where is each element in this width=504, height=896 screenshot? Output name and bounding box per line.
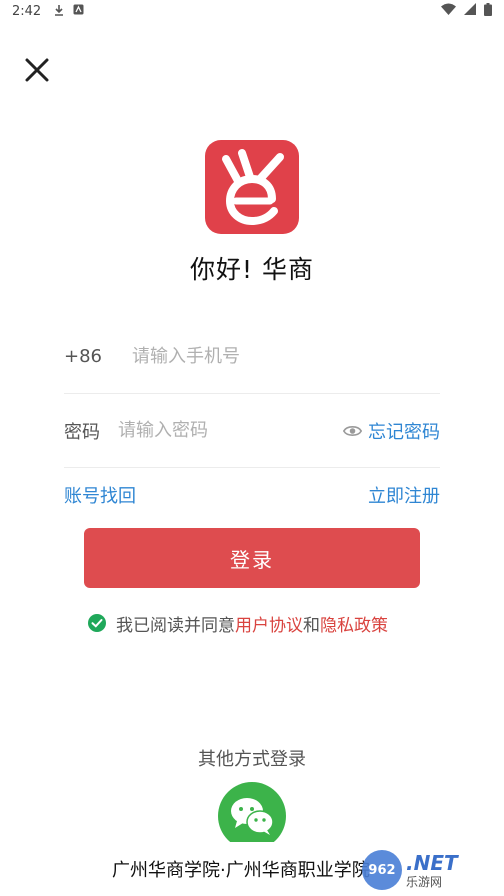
footer-text: 广州华商学院·广州华商职业学院 — [112, 860, 370, 881]
watermark-badge: 962 — [362, 850, 402, 890]
login-page: 2:42 你好! 华商 +86 请输入手机号 密码 忘记密码 账号找回 立即注册… — [0, 0, 504, 896]
eye-icon[interactable] — [342, 419, 362, 443]
battery-icon — [484, 2, 492, 20]
wechat-login-button[interactable] — [218, 782, 286, 850]
privacy-policy-link[interactable]: 隐私政策 — [320, 611, 388, 636]
phone-input[interactable] — [132, 346, 440, 367]
watermark-net: .NET — [406, 850, 458, 875]
account-links: 账号找回 立即注册 — [64, 480, 440, 510]
app-notification-icon — [73, 4, 84, 18]
greeting-title: 你好! 华商 — [190, 255, 314, 284]
status-bar: 2:42 — [0, 0, 504, 22]
checkbox-checked-icon[interactable] — [88, 614, 106, 632]
status-time: 2:42 — [12, 3, 42, 19]
user-agreement-link[interactable]: 用户协议 — [235, 611, 303, 636]
password-row: 密码 忘记密码 — [64, 394, 440, 468]
agreement-row: 我已阅读并同意 用户协议 和 隐私政策 — [88, 608, 388, 638]
login-button[interactable]: 登录 — [84, 528, 420, 588]
signal-icon — [464, 3, 476, 19]
wifi-icon — [441, 3, 456, 19]
download-icon — [53, 4, 65, 19]
watermark-sub: 乐游网 — [406, 874, 443, 889]
wechat-icon — [231, 798, 274, 835]
logo-icon — [222, 149, 284, 226]
other-login-title: 其他方式登录 — [198, 749, 306, 770]
phone-row: +86 — [64, 320, 440, 394]
watermark: 962 .NET 乐游网 — [362, 848, 498, 892]
country-code[interactable]: +86 — [64, 346, 132, 367]
password-label: 密码 — [64, 421, 100, 443]
agreement-prefix: 我已阅读并同意 — [116, 615, 235, 636]
account-recovery-link[interactable]: 账号找回 — [64, 482, 136, 508]
watermark-text: .NET 乐游网 — [406, 853, 458, 888]
register-link[interactable]: 立即注册 — [368, 482, 440, 508]
forgot-password-link[interactable]: 忘记密码 — [368, 418, 440, 444]
status-indicators — [441, 2, 492, 20]
agreement-and: 和 — [303, 615, 320, 636]
close-button[interactable] — [20, 53, 54, 87]
close-icon — [25, 58, 49, 82]
app-logo — [205, 140, 299, 234]
password-input[interactable] — [117, 420, 343, 441]
